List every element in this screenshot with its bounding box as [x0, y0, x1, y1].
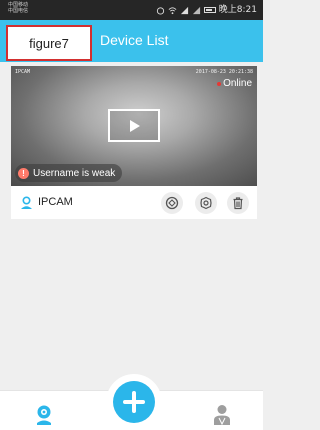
- warning-icon: !: [18, 167, 29, 179]
- video-camera-name: IPCAM: [15, 69, 31, 75]
- settings-button[interactable]: [195, 192, 217, 214]
- wifi-icon: [168, 6, 177, 14]
- warning-badge[interactable]: ! Username is weak: [15, 164, 123, 182]
- person-icon[interactable]: [212, 404, 232, 426]
- play-button[interactable]: [108, 109, 160, 142]
- carrier-line-2: 中国电信: [8, 8, 29, 14]
- warning-text: Username is weak: [33, 167, 116, 179]
- online-status-label: Online: [223, 78, 252, 89]
- signal-icon-2: [192, 6, 200, 14]
- alarm-icon: [156, 6, 164, 15]
- play-icon: [130, 120, 140, 132]
- page-title: Device List: [100, 32, 169, 48]
- online-dot-icon: [217, 81, 222, 86]
- delete-button[interactable]: [227, 192, 249, 214]
- online-status: Online: [217, 78, 252, 89]
- user-icon: [21, 196, 32, 209]
- camera-icon[interactable]: [34, 404, 54, 426]
- add-device-button[interactable]: [113, 381, 155, 423]
- figure-label-box: figure7: [6, 25, 92, 61]
- trash-icon: [233, 197, 243, 210]
- status-time: 晚上8:21: [218, 5, 257, 15]
- device-info-bar: IPCAM: [11, 190, 257, 216]
- video-timestamp: 2017-08-23 20:21:38: [195, 69, 253, 75]
- playback-icon: [165, 196, 179, 210]
- figure-label: figure7: [29, 36, 69, 51]
- gear-icon: [200, 196, 212, 210]
- device-card[interactable]: IPCAM 2017-08-23 20:21:38 Online ! Usern…: [11, 66, 257, 219]
- status-icons: 晚上8:21: [156, 4, 257, 16]
- status-bar: 中国移动 中国电信 晚上8:21: [0, 0, 263, 20]
- playback-button[interactable]: [161, 192, 183, 214]
- signal-icon: [180, 6, 188, 14]
- battery-icon: [203, 7, 216, 13]
- plus-icon: [123, 391, 145, 413]
- carrier-info: 中国移动 中国电信: [8, 2, 28, 14]
- device-name: IPCAM: [38, 196, 73, 208]
- video-preview[interactable]: IPCAM 2017-08-23 20:21:38 Online ! Usern…: [11, 66, 257, 186]
